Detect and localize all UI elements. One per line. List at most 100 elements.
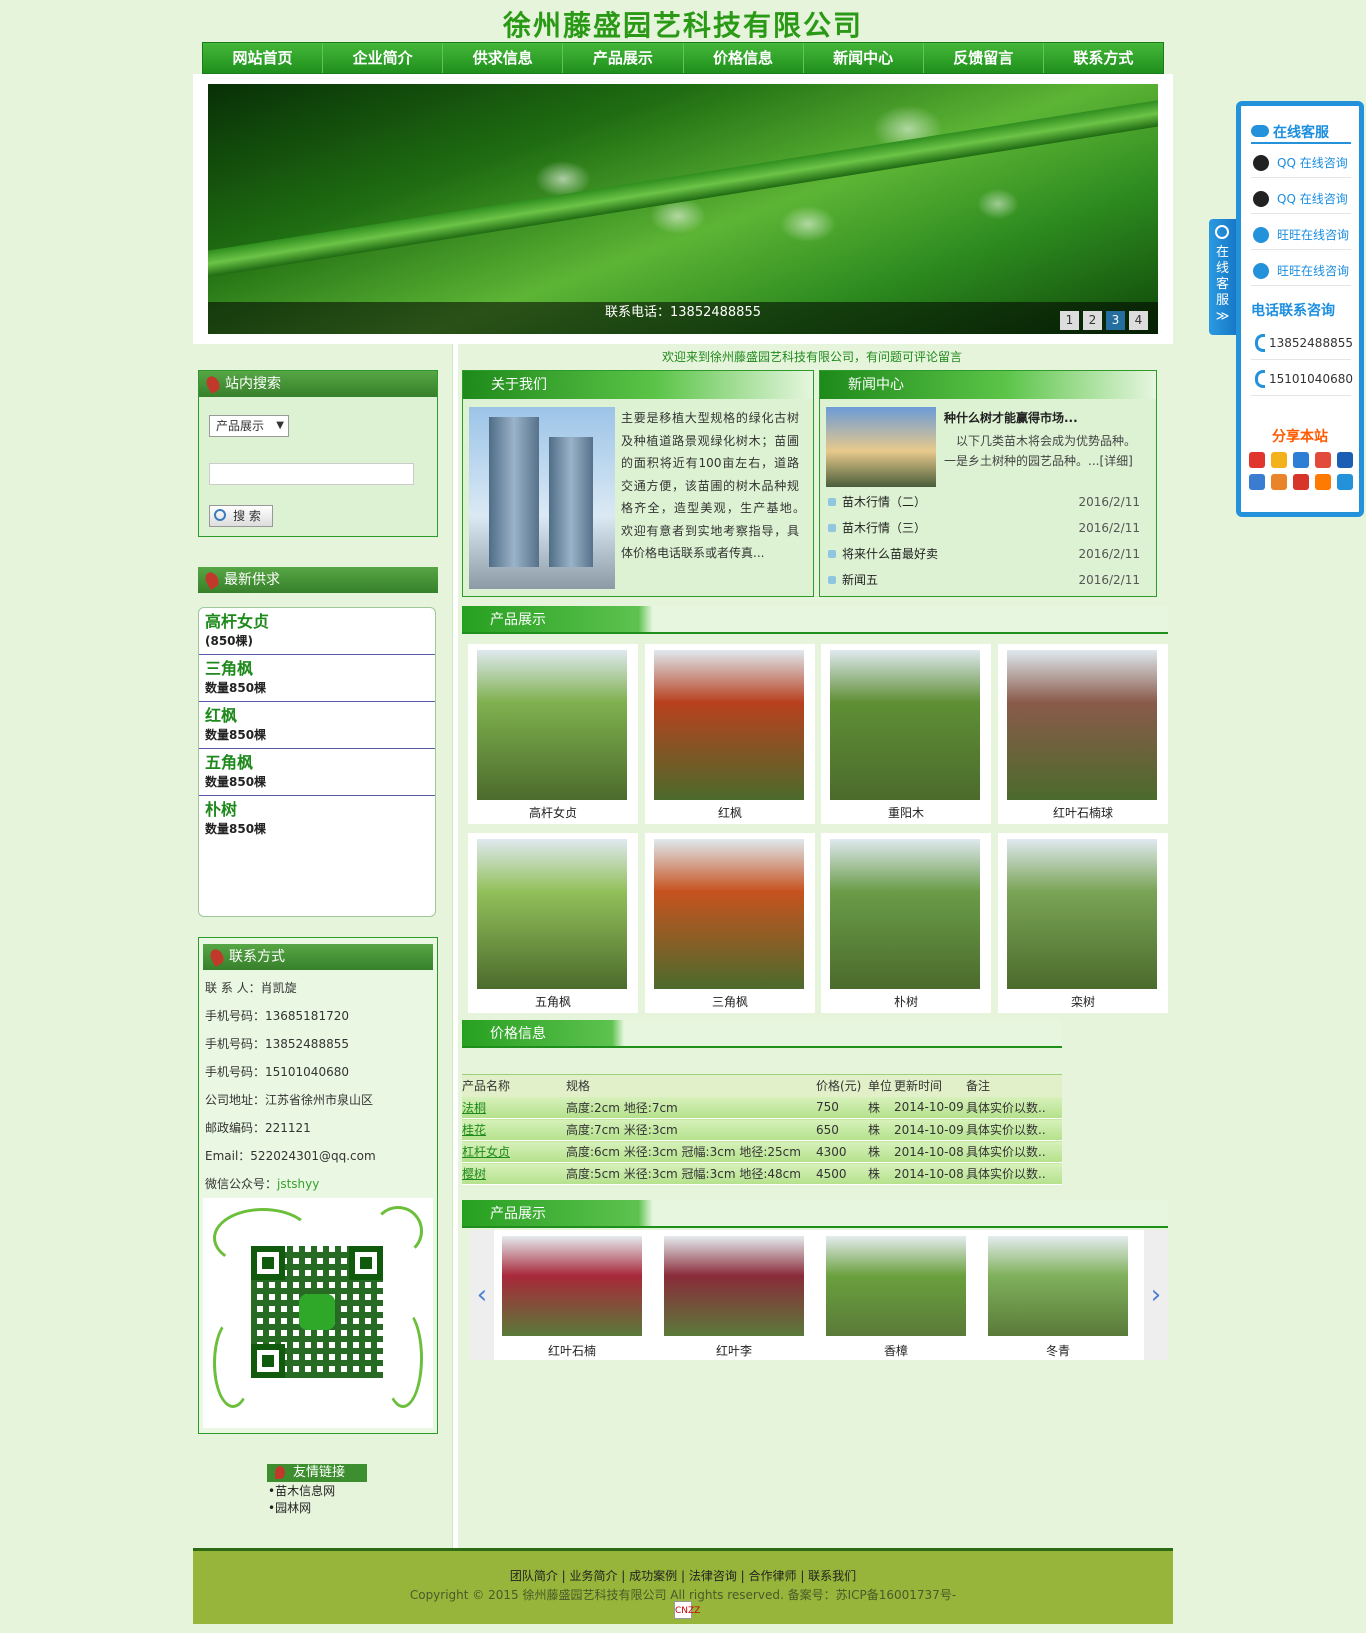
qq-share-icon[interactable] xyxy=(1293,452,1309,468)
sohu-share-icon[interactable] xyxy=(1271,474,1287,490)
product-name[interactable]: 朴树 xyxy=(821,993,991,1010)
news-item[interactable]: 新闻五 2016/2/11 xyxy=(826,567,1148,593)
news-item[interactable]: 将来什么苗最好卖 2016/2/11 xyxy=(826,541,1148,567)
weibo-share-icon[interactable] xyxy=(1249,452,1265,468)
online-service-tab[interactable]: 在线客服 ≫ xyxy=(1209,219,1236,335)
table-cell[interactable]: 杠杆女贞 xyxy=(462,1140,566,1163)
nav-home[interactable]: 网站首页 xyxy=(203,43,324,73)
phone-number[interactable]: 13852488855 xyxy=(1251,326,1353,360)
product-image[interactable] xyxy=(826,1236,966,1336)
leaf-icon xyxy=(203,374,223,394)
banner-dot-2[interactable]: 2 xyxy=(1083,311,1102,330)
qq-consult-link[interactable]: QQ 在线咨询 xyxy=(1251,184,1351,214)
phone-number[interactable]: 15101040680 xyxy=(1251,362,1353,396)
footer-links[interactable]: 团队简介 | 业务简介 | 成功案例 | 法律咨询 | 合作律师 | 联系我们 xyxy=(193,1567,1173,1584)
product-name[interactable]: 红叶石楠 xyxy=(502,1342,642,1359)
about-panel-title: 关于我们 xyxy=(463,371,813,399)
table-cell: 株 xyxy=(868,1162,894,1185)
product-card[interactable]: 五角枫 xyxy=(468,833,638,1013)
list-item[interactable]: 红枫 数量850棵 xyxy=(199,702,435,749)
news-item[interactable]: 苗木行情（二） 2016/2/11 xyxy=(826,489,1148,515)
carousel-prev-button[interactable]: ‹ xyxy=(470,1230,494,1360)
carousel-card[interactable]: 红叶李 xyxy=(664,1236,804,1366)
nav-products[interactable]: 产品展示 xyxy=(563,43,684,73)
search-category-select[interactable]: 产品展示 ▼ xyxy=(209,415,289,437)
carousel-card[interactable]: 冬青 xyxy=(988,1236,1128,1366)
nav-news[interactable]: 新闻中心 xyxy=(804,43,924,73)
product-name[interactable]: 重阳木 xyxy=(821,804,991,821)
nav-prices[interactable]: 价格信息 xyxy=(684,43,804,73)
product-name[interactable]: 红枫 xyxy=(645,804,815,821)
renren-share-icon[interactable] xyxy=(1337,452,1353,468)
carousel-next-button[interactable]: › xyxy=(1144,1230,1168,1360)
table-cell: 具体实价以数.. xyxy=(966,1096,1062,1119)
product-name[interactable]: 红叶石楠球 xyxy=(998,804,1168,821)
product-name[interactable]: 红叶李 xyxy=(664,1342,804,1359)
wangwang-consult-link[interactable]: 旺旺在线咨询 xyxy=(1251,256,1351,286)
product-card[interactable]: 三角枫 xyxy=(645,833,815,1013)
table-header: 备注 xyxy=(966,1074,1062,1097)
product-card[interactable]: 红叶石楠球 xyxy=(998,644,1168,824)
wangwang-consult-link[interactable]: 旺旺在线咨询 xyxy=(1251,220,1351,250)
list-item[interactable]: 高杆女贞 (850棵) xyxy=(199,608,435,655)
banner-image[interactable]: 联系电话：13852488855 1 2 3 4 xyxy=(208,84,1158,334)
product-image[interactable] xyxy=(1007,650,1157,800)
product-card[interactable]: 高杆女贞 xyxy=(468,644,638,824)
product-image[interactable] xyxy=(654,650,804,800)
nav-about[interactable]: 企业简介 xyxy=(323,43,444,73)
table-cell[interactable]: 樱树 xyxy=(462,1162,566,1185)
news-item[interactable]: 苗木行情（三） 2016/2/11 xyxy=(826,515,1148,541)
product-card[interactable]: 红枫 xyxy=(645,644,815,824)
product-name[interactable]: 三角枫 xyxy=(645,993,815,1010)
chat-bubble-icon xyxy=(1251,125,1269,137)
product-name[interactable]: 香樟 xyxy=(826,1342,966,1359)
stat-counter-icon[interactable]: CNZZ xyxy=(674,1601,700,1619)
tieba-share-icon[interactable] xyxy=(1249,474,1265,490)
nav-contact[interactable]: 联系方式 xyxy=(1044,43,1163,73)
search-button[interactable]: 搜 索 xyxy=(209,505,273,527)
qq-consult-link[interactable]: QQ 在线咨询 xyxy=(1251,148,1351,178)
search-input[interactable] xyxy=(209,463,414,485)
carousel-card[interactable]: 红叶石楠 xyxy=(502,1236,642,1366)
product-image[interactable] xyxy=(1007,839,1157,989)
product-card[interactable]: 朴树 xyxy=(821,833,991,1013)
list-item[interactable]: 朴树 数量850棵 xyxy=(199,796,435,843)
product-name[interactable]: 高杆女贞 xyxy=(468,804,638,821)
list-item[interactable]: 五角枫 数量850棵 xyxy=(199,749,435,796)
list-item[interactable]: 三角枫 数量850棵 xyxy=(199,655,435,702)
product-card[interactable]: 栾树 xyxy=(998,833,1168,1013)
supply-list: 高杆女贞 (850棵) 三角枫 数量850棵 红枫 数量850棵 五角枫 数量850棵 … xyxy=(198,607,436,917)
friend-link[interactable]: •园林网 xyxy=(268,1500,335,1517)
banner-dot-3[interactable]: 3 xyxy=(1106,311,1125,330)
product-image[interactable] xyxy=(830,839,980,989)
table-header: 产品名称 xyxy=(462,1074,566,1097)
qzone-share-icon[interactable] xyxy=(1271,452,1287,468)
carousel-card[interactable]: 香樟 xyxy=(826,1236,966,1366)
product-image[interactable] xyxy=(654,839,804,989)
tencent-weibo-share-icon[interactable] xyxy=(1315,452,1331,468)
table-cell[interactable]: 桂花 xyxy=(462,1118,566,1141)
nav-supply[interactable]: 供求信息 xyxy=(443,43,564,73)
netease-share-icon[interactable] xyxy=(1293,474,1309,490)
product-image[interactable] xyxy=(502,1236,642,1336)
product-name[interactable]: 冬青 xyxy=(988,1342,1128,1359)
zhihu-share-icon[interactable] xyxy=(1315,474,1331,490)
product-name[interactable]: 五角枫 xyxy=(468,993,638,1010)
more-share-icon[interactable] xyxy=(1337,474,1353,490)
tower-graphic xyxy=(489,417,539,567)
table-cell[interactable]: 法桐 xyxy=(462,1096,566,1119)
bullet-icon xyxy=(828,576,836,584)
news-thumbnail[interactable] xyxy=(826,407,936,487)
nav-feedback[interactable]: 反馈留言 xyxy=(924,43,1044,73)
banner-dot-1[interactable]: 1 xyxy=(1060,311,1079,330)
product-name[interactable]: 栾树 xyxy=(998,993,1168,1010)
product-image[interactable] xyxy=(664,1236,804,1336)
news-headline[interactable]: 种什么树才能赢得市场... xyxy=(944,409,1078,426)
product-image[interactable] xyxy=(477,839,627,989)
product-card[interactable]: 重阳木 xyxy=(821,644,991,824)
product-image[interactable] xyxy=(988,1236,1128,1336)
banner-dot-4[interactable]: 4 xyxy=(1129,311,1148,330)
product-image[interactable] xyxy=(477,650,627,800)
friend-link[interactable]: •苗木信息网 xyxy=(268,1483,335,1500)
product-image[interactable] xyxy=(830,650,980,800)
